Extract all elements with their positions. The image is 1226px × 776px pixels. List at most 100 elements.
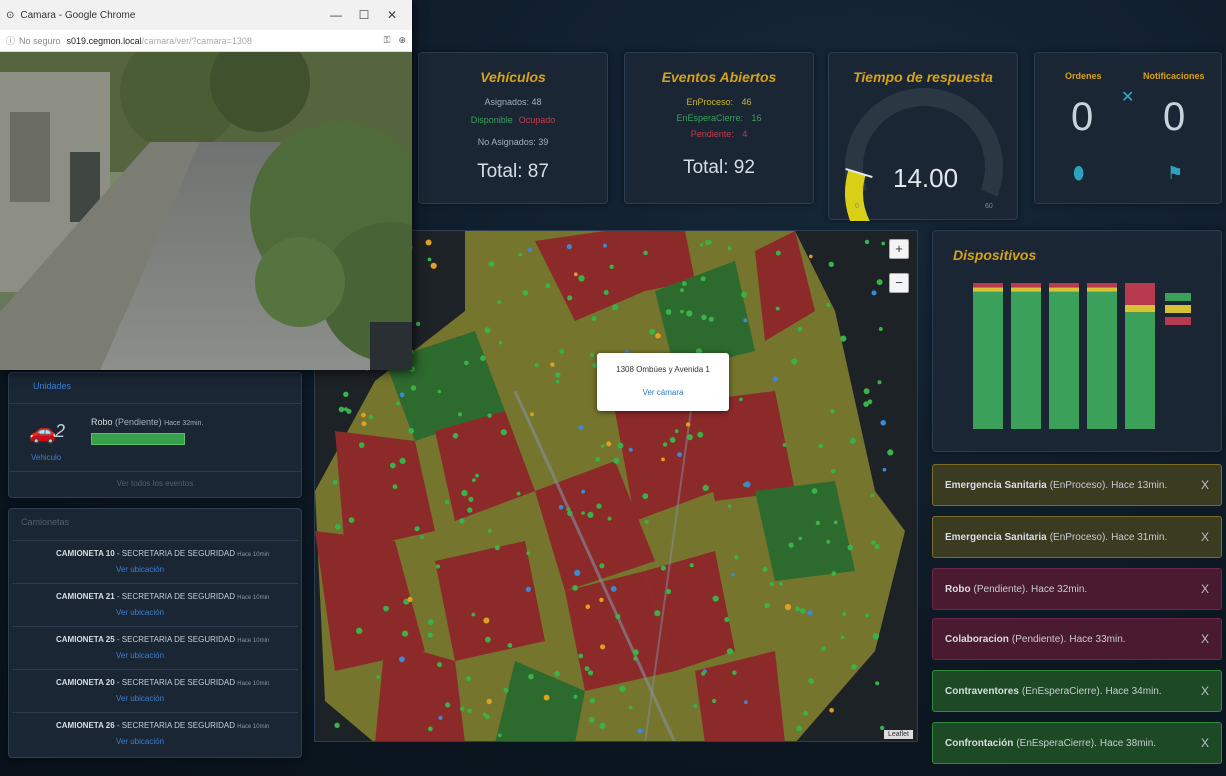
camera-marker[interactable] (558, 505, 564, 510)
camera-marker[interactable] (609, 264, 614, 269)
camera-marker[interactable] (644, 519, 649, 524)
camera-marker[interactable] (567, 510, 573, 517)
camera-marker[interactable] (612, 304, 619, 311)
camera-marker[interactable] (368, 415, 373, 420)
camera-marker[interactable] (467, 708, 472, 713)
camera-marker[interactable] (589, 352, 595, 357)
camera-marker[interactable] (554, 671, 560, 677)
camera-marker[interactable] (534, 363, 539, 368)
camera-marker[interactable] (829, 708, 834, 713)
camera-marker[interactable] (842, 611, 847, 616)
camera-marker[interactable] (764, 602, 771, 609)
camera-marker[interactable] (828, 261, 834, 267)
camera-marker[interactable] (830, 409, 835, 414)
camera-marker[interactable] (880, 420, 886, 426)
camera-marker[interactable] (680, 288, 684, 293)
camera-marker[interactable] (428, 726, 433, 732)
camera-marker[interactable] (383, 605, 389, 612)
minimize-button[interactable]: — (322, 8, 350, 22)
camera-marker[interactable] (338, 406, 345, 413)
camera-marker[interactable] (826, 303, 831, 307)
camera-marker[interactable] (457, 412, 463, 417)
camera-marker[interactable] (603, 243, 607, 248)
camera-marker[interactable] (863, 401, 869, 407)
camera-marker[interactable] (599, 722, 606, 729)
zoom-out-button[interactable]: − (889, 273, 909, 293)
camera-marker[interactable] (376, 675, 381, 679)
notification-item[interactable]: Colaboracion (Pendiente). Hace 33min. X (932, 618, 1222, 660)
camera-marker[interactable] (870, 493, 875, 498)
camera-marker[interactable] (680, 309, 684, 314)
camera-marker[interactable] (427, 619, 434, 626)
camera-marker[interactable] (526, 551, 531, 555)
camera-marker[interactable] (335, 524, 341, 530)
camera-marker[interactable] (677, 452, 682, 457)
camera-marker[interactable] (445, 702, 451, 708)
camera-marker[interactable] (589, 697, 596, 704)
camera-marker[interactable] (437, 662, 442, 668)
map-attribution[interactable]: Leaflet (883, 730, 913, 739)
camera-marker[interactable] (727, 504, 732, 509)
camera-marker[interactable] (821, 646, 826, 651)
unit-location-link[interactable]: Ver ubicación (116, 565, 164, 574)
camera-marker[interactable] (796, 725, 802, 732)
camera-marker[interactable] (578, 425, 584, 431)
camera-marker[interactable] (599, 563, 605, 569)
camera-marker[interactable] (488, 261, 495, 267)
camera-marker[interactable] (427, 632, 433, 638)
unit-location-link[interactable]: Ver ubicación (116, 608, 164, 617)
camera-marker[interactable] (389, 462, 396, 469)
camera-marker[interactable] (438, 715, 443, 720)
camera-marker[interactable] (830, 468, 836, 474)
camera-marker[interactable] (875, 681, 880, 686)
camera-marker[interactable] (712, 698, 717, 704)
unit-location-link[interactable]: Ver ubicación (116, 737, 164, 746)
camera-marker[interactable] (628, 705, 633, 710)
camera-marker[interactable] (600, 644, 606, 650)
camera-marker[interactable] (587, 670, 594, 676)
camera-marker[interactable] (530, 412, 534, 417)
camera-marker[interactable] (555, 372, 561, 378)
camera-marker[interactable] (585, 604, 591, 609)
camera-marker[interactable] (851, 664, 857, 670)
camera-marker[interactable] (610, 586, 617, 592)
camera-marker[interactable] (772, 376, 778, 382)
camera-marker[interactable] (555, 379, 560, 384)
camera-marker[interactable] (578, 653, 584, 659)
dismiss-button[interactable]: X (1201, 684, 1209, 698)
camera-marker[interactable] (628, 447, 633, 452)
info-icon[interactable]: ⓘ (6, 34, 15, 47)
camera-marker[interactable] (464, 360, 469, 366)
camera-marker[interactable] (475, 473, 479, 478)
camera-marker[interactable] (402, 630, 409, 637)
camera-marker[interactable] (689, 563, 694, 568)
camera-marker[interactable] (344, 407, 348, 412)
camera-marker[interactable] (343, 391, 349, 397)
camera-marker[interactable] (669, 437, 676, 443)
camera-marker[interactable] (430, 262, 437, 269)
camera-marker[interactable] (799, 608, 806, 614)
camera-marker[interactable] (739, 397, 743, 402)
camera-marker[interactable] (399, 457, 406, 464)
camera-marker[interactable] (591, 316, 597, 321)
camera-marker[interactable] (361, 412, 366, 418)
camera-marker[interactable] (699, 243, 704, 247)
camera-marker[interactable] (665, 588, 672, 595)
camera-marker[interactable] (407, 596, 413, 602)
camera-marker[interactable] (399, 656, 405, 663)
camera-marker[interactable] (567, 295, 573, 301)
camera-marker[interactable] (588, 716, 595, 723)
camera-marker[interactable] (803, 710, 808, 716)
camera-marker[interactable] (518, 252, 522, 257)
unit-location-link[interactable]: Ver ubicación (116, 651, 164, 660)
camera-marker[interactable] (632, 649, 639, 656)
camera-marker[interactable] (731, 572, 735, 577)
camera-marker[interactable] (607, 516, 612, 521)
camera-marker[interactable] (649, 328, 656, 335)
dismiss-button[interactable]: X (1201, 736, 1209, 750)
camera-marker[interactable] (581, 489, 586, 494)
camera-marker[interactable] (700, 276, 706, 282)
camera-marker[interactable] (665, 309, 672, 315)
camera-marker[interactable] (865, 613, 869, 618)
camera-marker[interactable] (705, 240, 710, 245)
